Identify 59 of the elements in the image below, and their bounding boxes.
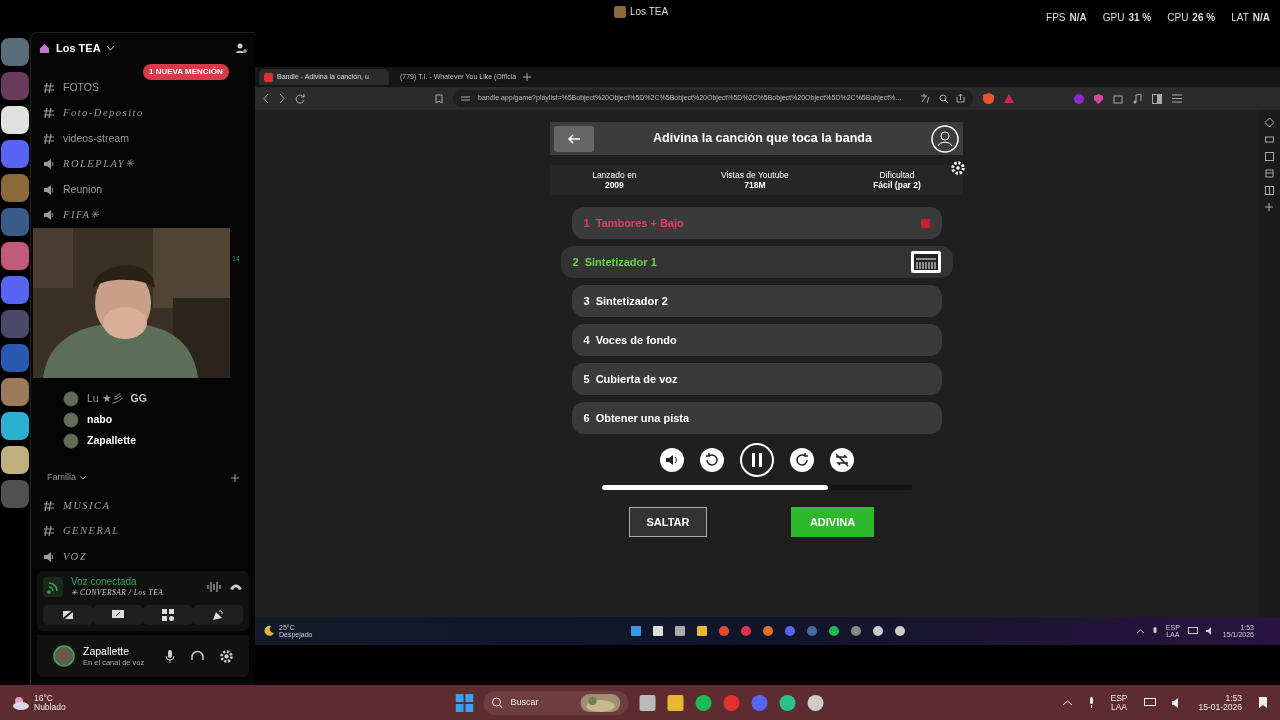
voice-user-name[interactable]: Lu ★彡 [87,390,123,407]
stat-value: 2009 [603,180,625,191]
stat-label: LAT [1231,11,1249,25]
channel-name[interactable]: Foto-Deposito [63,105,144,122]
search-field[interactable]: Buscar [483,690,629,715]
stat-label: CPU [1167,11,1189,25]
stat-value: N/A [1069,11,1087,25]
track-name: Cubierta de voz [595,371,678,387]
track-number: 6 [583,410,590,426]
track-name: Obtener una pista [595,410,690,426]
layout-label[interactable]: LAA [1110,702,1128,711]
stat-value: N/A [1252,11,1270,25]
track-number: 4 [583,332,590,348]
stat-value: 31 % [1128,11,1152,25]
track-row[interactable]: 5 Cubierta de voz [571,363,942,395]
channel-name[interactable]: Reunion [63,181,103,198]
game-title: Adivina la canción que toca la banda [653,130,872,148]
skip-button[interactable]: SALTAR [629,507,707,537]
clock-date[interactable]: 15-01-2026 [1198,702,1242,711]
channel-name[interactable]: FOTOS [63,79,99,96]
user-tag: GG [130,390,147,407]
track-number: 5 [583,371,590,387]
window-title: Los TEA [630,5,669,19]
channel-name[interactable]: FIFA✳ [63,207,101,224]
clock-time[interactable]: 1:53 [1198,694,1242,703]
voice-user-name[interactable]: Zapallette [87,432,136,449]
track-number: 2 [572,254,579,270]
channel-name[interactable]: ROLEPLAY✳ [63,156,136,173]
channel-name[interactable]: videos-stream [63,130,129,147]
stat-label: Dificultad [878,169,916,180]
track-name: Sintetizador 1 [584,254,657,270]
channel-name[interactable]: MUSICA [63,497,111,514]
stat-label: Lanzado en [592,169,637,180]
track-number: 1 [583,215,590,231]
voice-user-name[interactable]: nabo [87,411,113,428]
username: Zapallette [83,646,131,657]
track-name: Tambores + Bajo [595,215,684,231]
stat-value: Fácil (par 2) [873,180,921,191]
temperature: 16°C [34,694,54,703]
language-label[interactable]: ESP [1110,694,1128,703]
weather-label: Nublado [34,702,66,711]
stat-label: Vistas de Youtube [720,169,789,180]
track-name: Voces de fondo [595,332,677,348]
channel-name[interactable]: VOZ [63,548,88,565]
channel-name[interactable]: GENERAL [63,523,120,540]
voice-status: Voz conectada [71,577,138,588]
track-row[interactable]: 3 Sintetizador 2 [571,285,942,317]
category-label[interactable]: Familia [47,471,76,485]
track-row[interactable]: 4 Voces de fondo [571,324,942,356]
track-row[interactable]: 2 Sintetizador 1 [560,246,953,278]
mention-badge[interactable]: 1 NUEVA MENCIÓN [143,64,229,80]
track-name: Sintetizador 2 [595,293,668,309]
stat-value: 26 % [1192,11,1216,25]
stat-label: FPS [1046,11,1066,25]
stat-label: GPU [1102,11,1125,25]
stat-value: 718M [743,180,767,191]
track-row[interactable]: 6 Obtener una pista [571,402,942,434]
server-name[interactable]: Los TEA [56,39,101,57]
track-number: 3 [583,293,590,309]
